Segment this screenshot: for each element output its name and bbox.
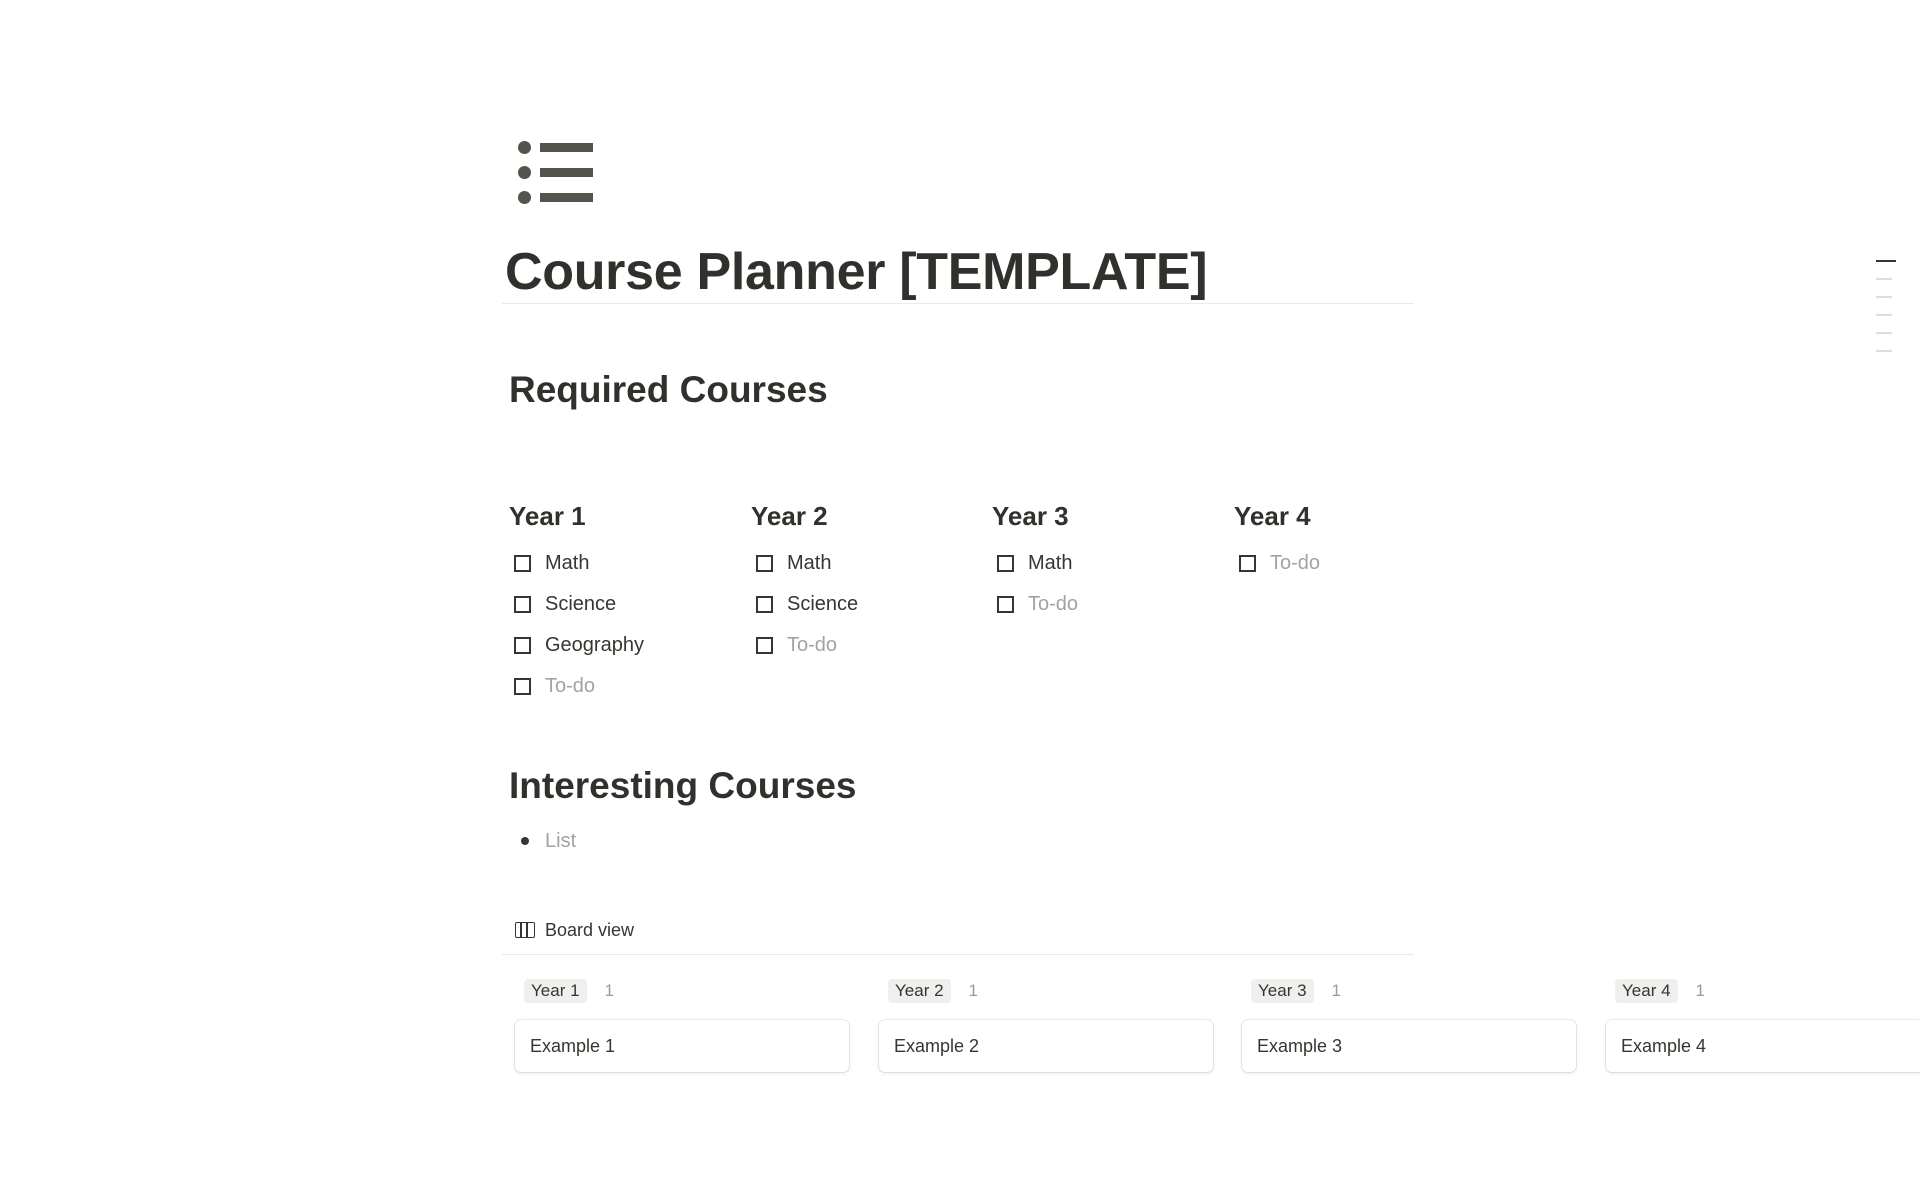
list-placeholder[interactable]: List (545, 826, 576, 856)
group-name-pill[interactable]: Year 3 (1251, 979, 1314, 1003)
view-divider (502, 954, 1414, 955)
year-column-title[interactable]: Year 3 (992, 495, 1222, 537)
group-name-pill[interactable]: Year 4 (1615, 979, 1678, 1003)
todo-label[interactable]: Math (545, 549, 589, 577)
board-view-tab[interactable]: Board view (515, 916, 634, 944)
toc-line[interactable] (1876, 332, 1892, 334)
year-column: Year 4 To-do (1234, 495, 1464, 584)
list-dot (518, 141, 531, 154)
checkbox[interactable] (997, 555, 1014, 572)
todo-item: Math (751, 543, 981, 584)
checkbox[interactable] (756, 637, 773, 654)
board-group: Year 1 1 Example 1 (515, 978, 851, 1072)
list-bar (540, 168, 593, 177)
board-group: Year 2 1 Example 2 (879, 978, 1215, 1072)
board-group-header: Year 3 1 (1251, 978, 1578, 1004)
todo-item: Math (509, 543, 739, 584)
bullet-dot-icon (521, 837, 529, 845)
group-count: 1 (1695, 981, 1705, 1000)
checkbox[interactable] (514, 596, 531, 613)
todo-item: To-do (509, 666, 739, 707)
toc-line[interactable] (1876, 350, 1892, 352)
toc-line[interactable] (1876, 278, 1892, 280)
group-count: 1 (968, 981, 978, 1000)
year-column: Year 3 Math To-do (992, 495, 1222, 625)
board-card[interactable]: Example 3 (1242, 1020, 1576, 1072)
year-column: Year 2 Math Science To-do (751, 495, 981, 666)
todo-label[interactable]: Science (545, 590, 616, 618)
todo-label[interactable]: Science (787, 590, 858, 618)
board-group-header: Year 1 1 (524, 978, 851, 1004)
checkbox[interactable] (756, 555, 773, 572)
list-bar (540, 193, 593, 202)
bulleted-list-icon[interactable] (515, 138, 595, 208)
group-count: 1 (604, 981, 614, 1000)
list-dot (518, 191, 531, 204)
card-title: Example 3 (1257, 1036, 1343, 1056)
table-of-contents[interactable] (1876, 260, 1896, 368)
todo-placeholder[interactable]: To-do (545, 672, 595, 700)
title-divider (502, 303, 1414, 304)
group-name-pill[interactable]: Year 1 (524, 979, 587, 1003)
checkbox[interactable] (514, 678, 531, 695)
todo-item: Math (992, 543, 1222, 584)
toc-line[interactable] (1876, 314, 1892, 316)
required-courses-heading[interactable]: Required Courses (509, 366, 828, 414)
list-bar (540, 143, 593, 152)
board-view-label: Board view (545, 920, 635, 940)
todo-label[interactable]: Math (1028, 549, 1072, 577)
checkbox[interactable] (1239, 555, 1256, 572)
todo-item: To-do (992, 584, 1222, 625)
interesting-courses-heading[interactable]: Interesting Courses (509, 762, 856, 810)
board-group: Year 4 1 Example 4 (1606, 978, 1920, 1072)
board-group-header: Year 4 1 (1615, 978, 1920, 1004)
toc-line[interactable] (1876, 296, 1892, 298)
todo-placeholder[interactable]: To-do (1270, 549, 1320, 577)
todo-placeholder[interactable]: To-do (787, 631, 837, 659)
todo-item: To-do (1234, 543, 1464, 584)
card-title: Example 1 (530, 1036, 616, 1056)
toc-line[interactable] (1876, 260, 1896, 262)
year-column: Year 1 Math Science Geography To-do (509, 495, 739, 707)
checkbox[interactable] (514, 637, 531, 654)
board-card[interactable]: Example 2 (879, 1020, 1213, 1072)
card-title: Example 2 (894, 1036, 980, 1056)
todo-label[interactable]: Geography (545, 631, 644, 659)
checkbox[interactable] (756, 596, 773, 613)
list-dot (518, 166, 531, 179)
board-card[interactable]: Example 4 (1606, 1020, 1920, 1072)
board-view-icon (515, 922, 535, 938)
card-title: Example 4 (1621, 1036, 1707, 1056)
todo-placeholder[interactable]: To-do (1028, 590, 1078, 618)
checkbox[interactable] (997, 596, 1014, 613)
page-title[interactable]: Course Planner [TEMPLATE] (505, 238, 1208, 306)
todo-item: Science (509, 584, 739, 625)
checkbox[interactable] (514, 555, 531, 572)
group-count: 1 (1331, 981, 1341, 1000)
todo-item: Geography (509, 625, 739, 666)
board-group-header: Year 2 1 (888, 978, 1215, 1004)
todo-item: To-do (751, 625, 981, 666)
board-group: Year 3 1 Example 3 (1242, 978, 1578, 1072)
todo-label[interactable]: Math (787, 549, 831, 577)
year-column-title[interactable]: Year 2 (751, 495, 981, 537)
todo-item: Science (751, 584, 981, 625)
board-card[interactable]: Example 1 (515, 1020, 849, 1072)
group-name-pill[interactable]: Year 2 (888, 979, 951, 1003)
year-column-title[interactable]: Year 4 (1234, 495, 1464, 537)
year-column-title[interactable]: Year 1 (509, 495, 739, 537)
